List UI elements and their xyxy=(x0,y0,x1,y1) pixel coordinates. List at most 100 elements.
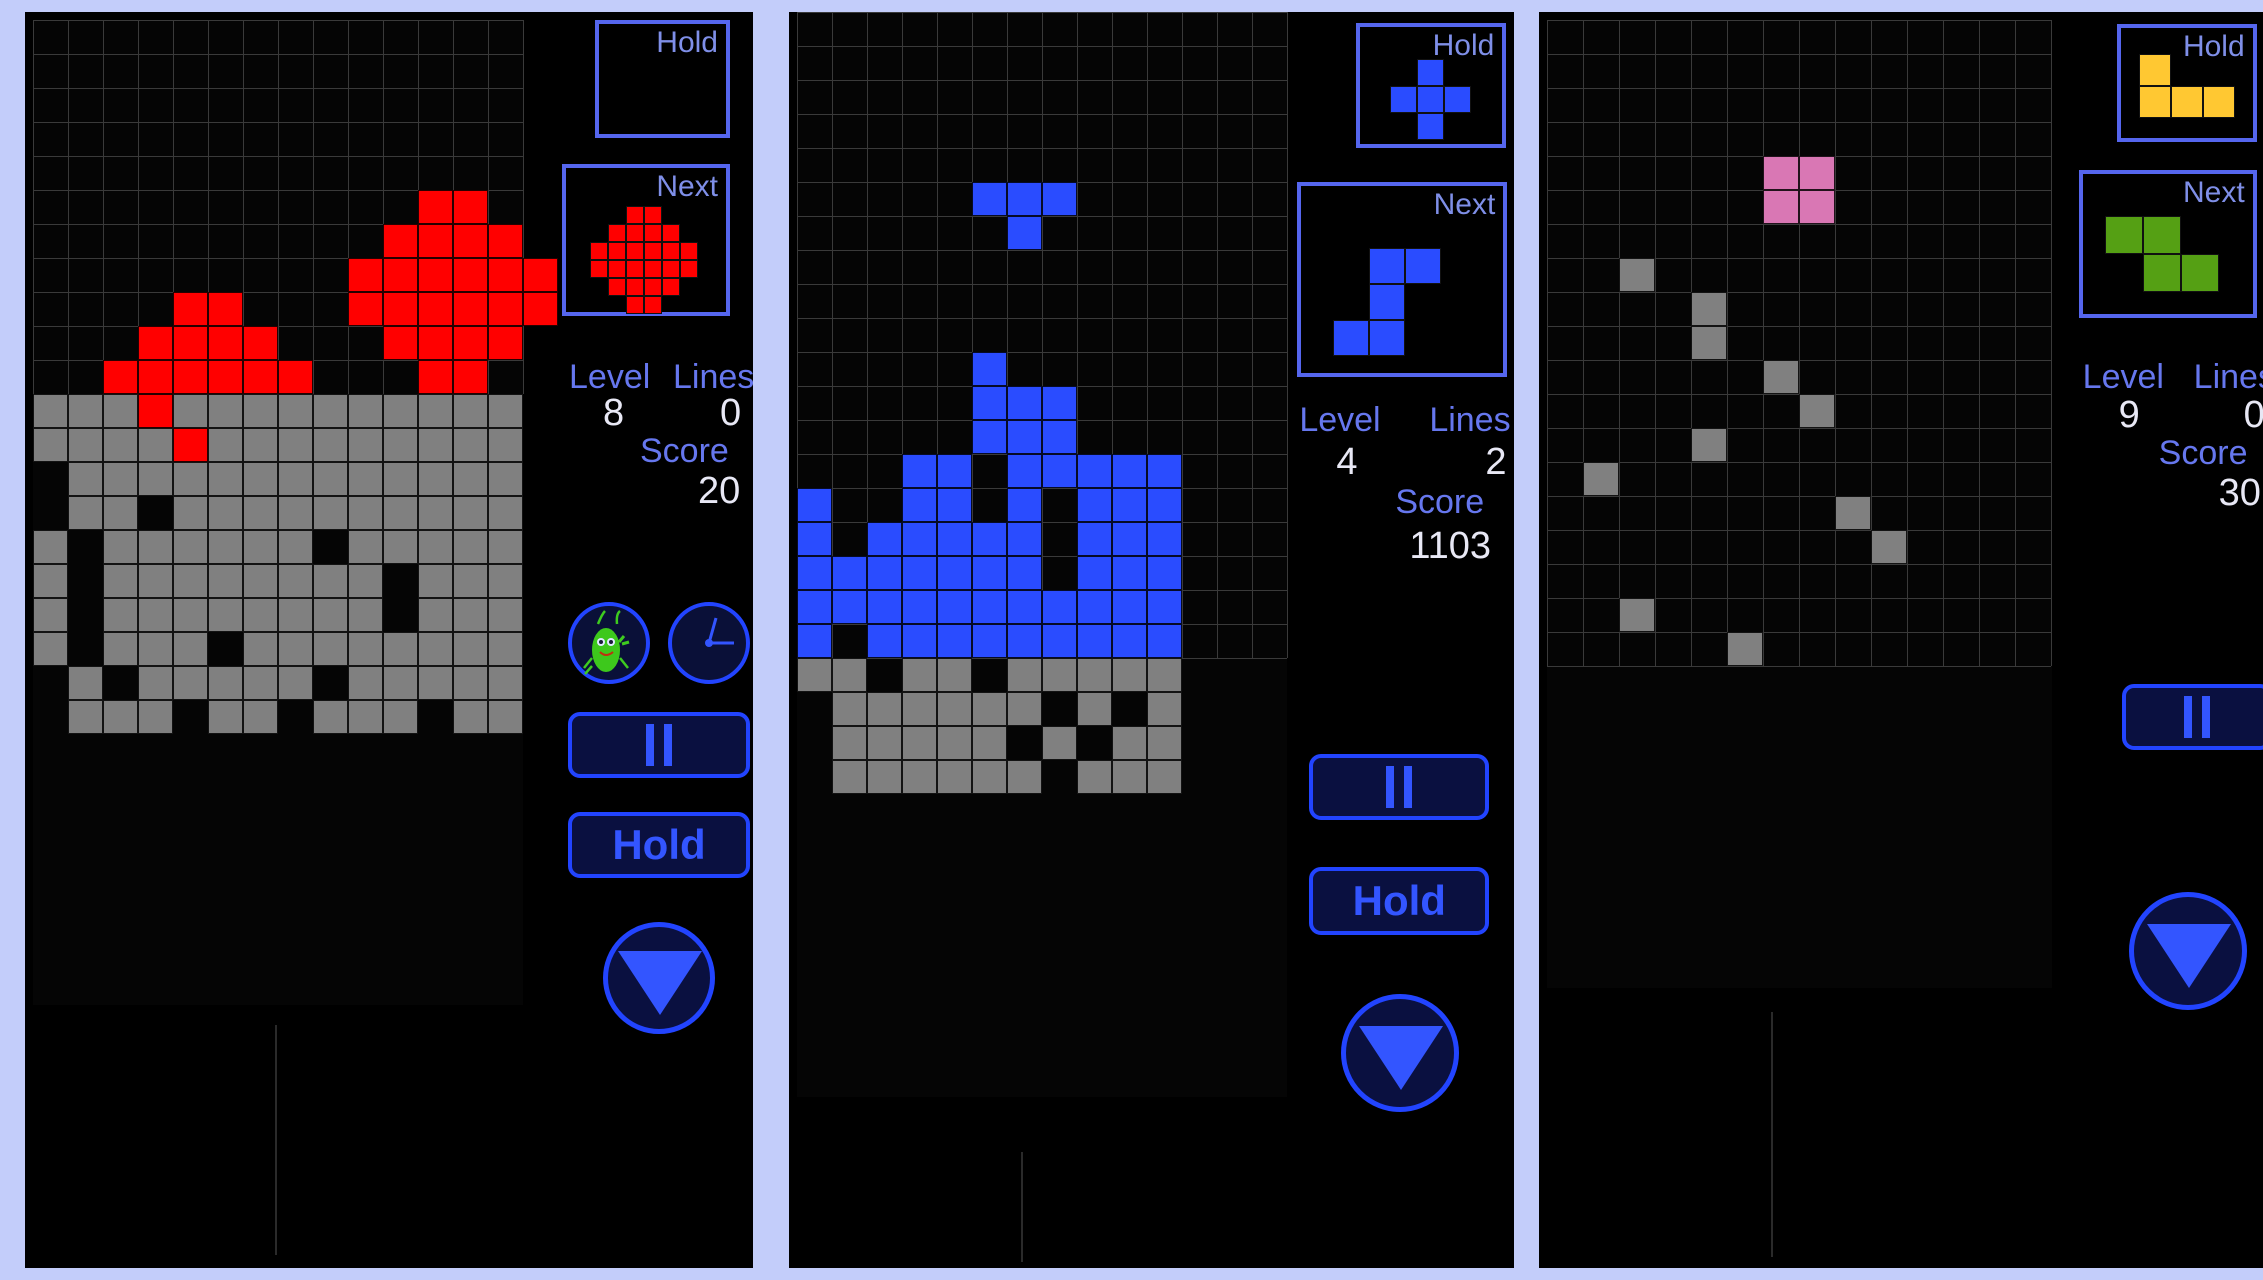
block-cell xyxy=(208,462,243,496)
block-cell xyxy=(488,666,523,700)
block-cell xyxy=(348,564,383,598)
grid-line xyxy=(1217,12,1219,658)
score-value-3: 30 xyxy=(2218,472,2261,514)
block-cell xyxy=(243,666,278,700)
hold-box-3[interactable]: Hold xyxy=(2116,24,2257,142)
block-cell xyxy=(1042,420,1078,454)
grid-line xyxy=(1546,292,2051,293)
drop-arrow-icon xyxy=(1359,1026,1444,1090)
block-cell xyxy=(1007,522,1043,556)
bug-icon[interactable] xyxy=(568,602,650,684)
grid-line xyxy=(1618,20,1620,666)
playfield-3[interactable] xyxy=(1546,20,2052,988)
grid-line xyxy=(1546,326,2051,327)
grid-line xyxy=(1978,20,1980,666)
block-cell xyxy=(488,598,523,632)
block-cell xyxy=(972,726,1008,760)
playfield-2[interactable] xyxy=(797,12,1289,1097)
hold-button-1[interactable]: Hold xyxy=(568,812,750,878)
level-value-1: 8 xyxy=(603,392,625,434)
block-cell xyxy=(453,598,488,632)
grid-line xyxy=(797,318,1288,319)
block-cell xyxy=(103,700,138,734)
block-cell xyxy=(243,632,278,666)
block-cell xyxy=(208,394,243,428)
preview-cell xyxy=(2142,254,2181,292)
playfield-1[interactable] xyxy=(33,20,558,1005)
block-cell xyxy=(832,590,868,624)
block-cell xyxy=(1077,454,1113,488)
block-cell xyxy=(418,530,453,564)
hold-box-1[interactable]: Hold xyxy=(595,20,730,138)
block-cell xyxy=(1112,488,1148,522)
block-cell xyxy=(1798,156,1835,190)
clock-icon[interactable] xyxy=(668,602,750,684)
block-cell xyxy=(867,556,903,590)
preview-cell xyxy=(662,242,680,260)
block-cell xyxy=(208,428,243,462)
block-cell xyxy=(138,530,173,564)
block-cell xyxy=(1077,760,1113,794)
grid-line xyxy=(1182,12,1184,658)
next-box-2[interactable]: Next xyxy=(1297,182,1508,377)
pause-icon xyxy=(1386,766,1413,808)
block-cell xyxy=(383,700,418,734)
clock-glyph xyxy=(705,617,734,647)
drop-button-3b[interactable] xyxy=(2128,892,2247,1010)
preview-cell xyxy=(626,296,644,314)
drop-button-2[interactable] xyxy=(1341,994,1460,1112)
block-cell xyxy=(1077,522,1113,556)
hold-button-label: Hold xyxy=(1352,877,1446,924)
block-cell xyxy=(488,292,523,326)
block-cell xyxy=(972,420,1008,454)
block-cell xyxy=(488,428,523,462)
bottom-divider-1 xyxy=(275,1025,277,1255)
block-cell xyxy=(1007,658,1043,692)
block-cell xyxy=(383,428,418,462)
grid-line xyxy=(1252,12,1254,658)
pause-button-2[interactable] xyxy=(1309,754,1490,820)
grid-line xyxy=(797,250,1288,251)
block-cell xyxy=(488,326,523,360)
stats-1: Level Lines 8 0 Score 20 xyxy=(545,342,754,512)
block-cell xyxy=(68,496,103,530)
hold-button-2[interactable]: Hold xyxy=(1309,867,1490,935)
block-cell xyxy=(1798,190,1835,224)
block-cell xyxy=(797,624,833,658)
stats-3: Level Lines 9 0 Score 30 xyxy=(2059,342,2263,522)
block-cell xyxy=(313,700,348,734)
block-cell xyxy=(208,564,243,598)
preview-cell xyxy=(608,278,626,296)
block-cell xyxy=(313,496,348,530)
block-cell xyxy=(278,428,313,462)
game-panel-2: Hold Next Level Lines 4 2 Score 1103 Hol… xyxy=(789,12,1514,1268)
preview-cell xyxy=(2142,216,2181,254)
block-cell xyxy=(1042,386,1078,420)
preview-cell xyxy=(2104,216,2143,254)
next-box-1[interactable]: Next xyxy=(562,164,730,316)
drop-button-1[interactable] xyxy=(603,922,715,1034)
grid-line xyxy=(797,114,1288,115)
block-cell xyxy=(418,224,453,258)
next-box-3[interactable]: Next xyxy=(2078,170,2257,318)
block-cell xyxy=(103,632,138,666)
block-cell xyxy=(383,632,418,666)
block-cell xyxy=(68,428,103,462)
block-cell xyxy=(348,666,383,700)
hold-button-label: Hold xyxy=(612,821,706,868)
hold-label: Hold xyxy=(656,26,718,59)
hold-box-2[interactable]: Hold xyxy=(1356,23,1507,148)
preview-cell xyxy=(626,242,644,260)
block-cell xyxy=(348,258,383,292)
block-cell xyxy=(1007,386,1043,420)
block-cell xyxy=(1007,488,1043,522)
block-cell xyxy=(902,488,938,522)
grid-line xyxy=(313,20,314,394)
block-cell xyxy=(832,658,868,692)
pause-button-1[interactable] xyxy=(568,712,750,778)
block-cell xyxy=(383,666,418,700)
block-cell xyxy=(972,624,1008,658)
grid-line xyxy=(1546,224,2051,225)
pause-button-3[interactable] xyxy=(2121,684,2263,750)
grid-line xyxy=(33,20,34,394)
